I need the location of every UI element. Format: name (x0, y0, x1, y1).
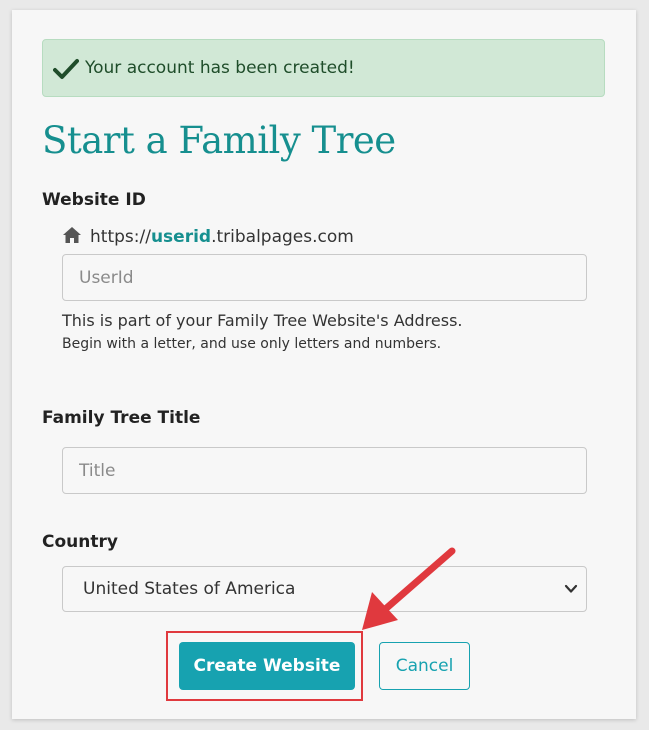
url-prefix: https:// (90, 227, 151, 247)
url-userid: userid (150, 227, 212, 247)
website-url-preview: https://userid.tribalpages.com (62, 226, 354, 247)
website-id-label: Website ID (42, 190, 146, 210)
page-title: Start a Family Tree (42, 119, 396, 162)
country-selected-value: United States of America (83, 579, 296, 599)
website-id-rules: Begin with a letter, and use only letter… (62, 336, 442, 352)
family-tree-title-label: Family Tree Title (42, 408, 201, 428)
home-icon (63, 227, 81, 243)
create-website-button[interactable]: Create Website (179, 642, 355, 690)
cancel-button[interactable]: Cancel (379, 642, 470, 690)
chevron-down-icon (564, 584, 578, 593)
country-select[interactable]: United States of America (62, 566, 587, 612)
checkmark-icon (53, 59, 79, 79)
website-id-help: This is part of your Family Tree Website… (62, 311, 463, 330)
userid-input[interactable] (62, 254, 587, 301)
success-alert: Your account has been created! (42, 39, 605, 97)
title-input[interactable] (62, 447, 587, 494)
alert-message: Your account has been created! (85, 58, 355, 78)
form-card (12, 10, 636, 719)
country-label: Country (42, 532, 118, 552)
url-suffix: .tribalpages.com (211, 227, 354, 247)
